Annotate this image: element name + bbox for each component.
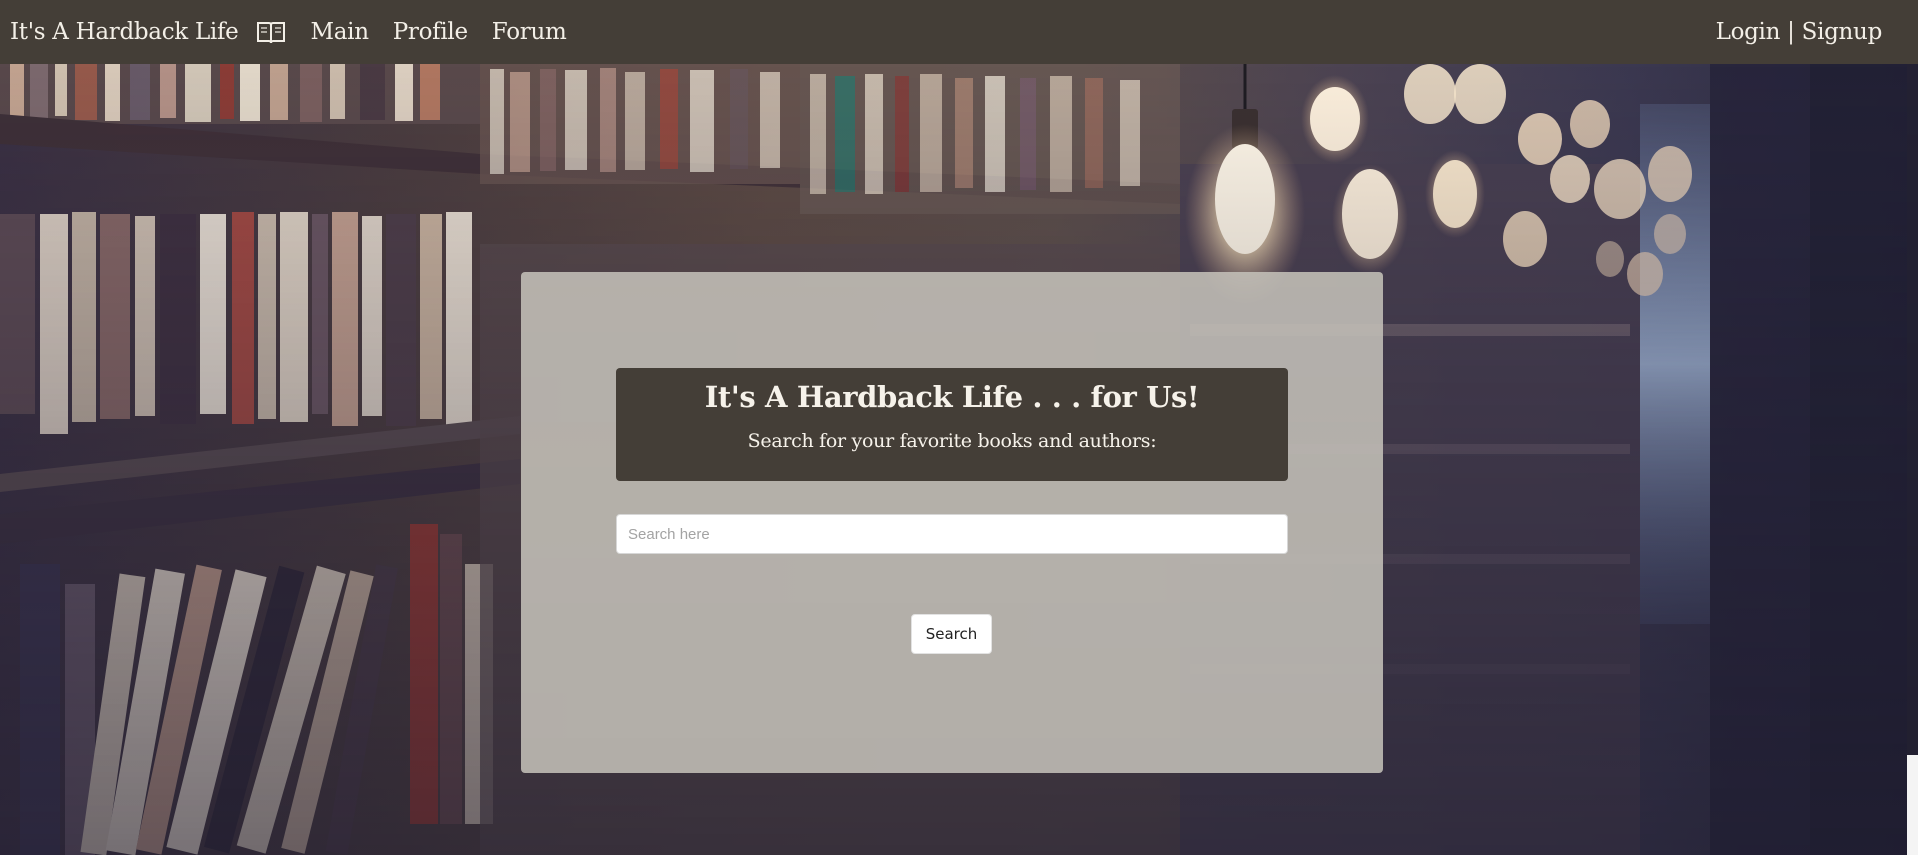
open-book-icon [255,19,287,45]
auth-separator: | [1787,19,1795,45]
search-button[interactable]: Search [911,614,992,654]
nav-link-main[interactable]: Main [311,19,370,45]
page-scrollbar-track[interactable] [1907,64,1918,855]
search-panel: It's A Hardback Life . . . for Us! Searc… [521,272,1383,773]
hero-subtitle: Search for your favorite books and autho… [747,430,1157,452]
signup-link[interactable]: Signup [1802,19,1883,45]
nav-link-profile[interactable]: Profile [393,19,468,45]
nav-link-forum[interactable]: Forum [492,19,567,45]
top-navbar: It's A Hardback Life Main Profile Forum … [0,0,1918,64]
auth-links: Login | Signup [1716,19,1883,45]
login-link[interactable]: Login [1716,19,1781,45]
hero-title: It's A Hardback Life . . . for Us! [704,380,1200,414]
page-scrollbar-thumb[interactable] [1907,755,1918,855]
search-input[interactable] [616,514,1288,554]
brand-link[interactable]: It's A Hardback Life [10,19,239,45]
hero-banner: It's A Hardback Life . . . for Us! Searc… [616,368,1288,481]
